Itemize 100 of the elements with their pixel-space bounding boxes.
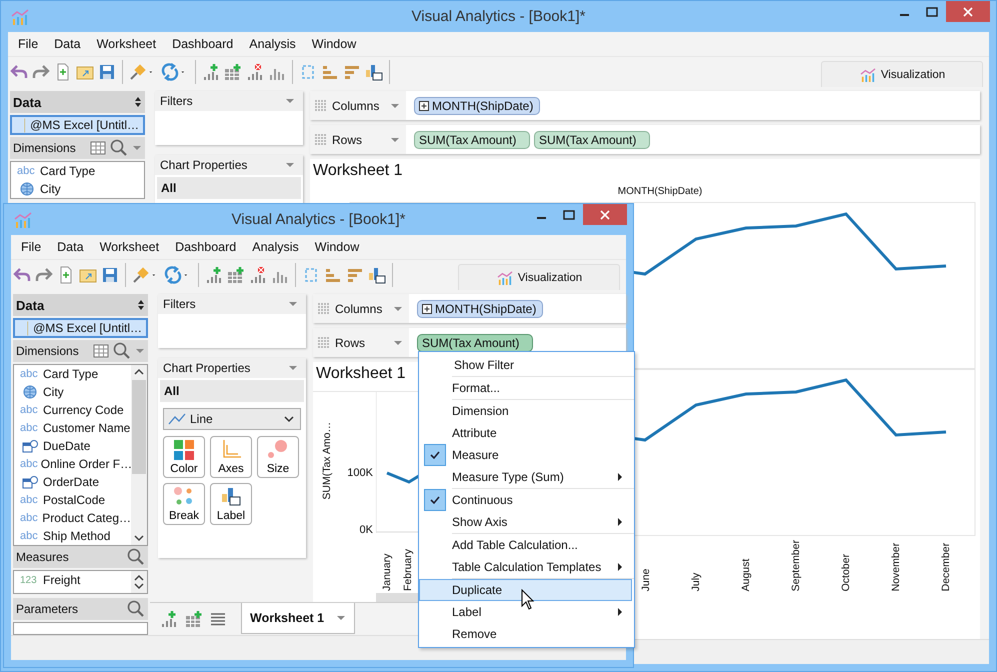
data-source-item[interactable]: @MS Excel [Untitl… bbox=[13, 318, 148, 338]
plug-icon[interactable] bbox=[129, 63, 147, 81]
scroll-down-icon[interactable] bbox=[134, 582, 144, 590]
menu-item[interactable]: Worksheet bbox=[92, 240, 168, 254]
bar-chart-plus-icon[interactable] bbox=[205, 266, 223, 284]
data-source-item[interactable]: @MS Excel [Untitl… bbox=[10, 115, 145, 135]
menu-item[interactable]: Window bbox=[304, 37, 364, 51]
table-icon[interactable] bbox=[90, 141, 106, 155]
menu-item[interactable]: Window bbox=[306, 240, 368, 254]
menu-item[interactable]: Measure bbox=[419, 444, 632, 466]
list-icon[interactable] bbox=[210, 612, 226, 626]
scroll-up-icon[interactable] bbox=[134, 574, 144, 582]
redo-icon[interactable] bbox=[35, 266, 53, 284]
plug-icon[interactable] bbox=[132, 266, 150, 284]
menu-item[interactable]: Data bbox=[49, 240, 92, 254]
field-pill[interactable]: SUM(Tax Amount) bbox=[417, 334, 533, 352]
menu-item[interactable]: Analysis bbox=[241, 37, 304, 51]
field-item[interactable]: abc Currency Code bbox=[14, 401, 131, 419]
menu-item[interactable]: Analysis bbox=[244, 240, 307, 254]
menu-item[interactable]: Add Table Calculation... bbox=[419, 534, 632, 556]
search-icon[interactable] bbox=[127, 600, 145, 618]
menu-item[interactable]: Continuous bbox=[419, 489, 632, 511]
bar-chart-cross-icon[interactable] bbox=[249, 266, 267, 284]
bar-chart-cross-icon[interactable] bbox=[246, 63, 264, 81]
menu-item[interactable]: File bbox=[10, 37, 46, 51]
close-button[interactable] bbox=[583, 204, 627, 225]
caret-icon[interactable] bbox=[288, 364, 298, 372]
caret-icon[interactable] bbox=[132, 144, 142, 152]
undo-icon[interactable] bbox=[13, 266, 31, 284]
field-item[interactable]: abc Ship Method bbox=[14, 527, 131, 545]
lasso-icon[interactable] bbox=[302, 266, 320, 284]
menu-item[interactable]: Dimension bbox=[419, 400, 632, 422]
redo-icon[interactable] bbox=[32, 63, 50, 81]
bar-chart-plus-icon[interactable] bbox=[202, 63, 220, 81]
bars-icon[interactable] bbox=[321, 63, 339, 81]
menu-item[interactable]: Duplicate bbox=[419, 579, 632, 601]
grid-plus-icon[interactable] bbox=[227, 266, 245, 284]
field-item[interactable]: abc Online Order F… bbox=[14, 455, 131, 473]
bars-icon[interactable] bbox=[324, 266, 342, 284]
menu-item[interactable]: File bbox=[13, 240, 50, 254]
visualization-tab[interactable]: Visualization bbox=[821, 61, 983, 87]
scroll-thumb[interactable] bbox=[132, 380, 146, 474]
scroll-down-icon[interactable] bbox=[134, 534, 144, 542]
menu-item[interactable]: Dashboard bbox=[164, 37, 242, 51]
menu-item[interactable]: Show Axis bbox=[419, 511, 632, 533]
menu-item[interactable]: Worksheet bbox=[88, 37, 164, 51]
search-icon[interactable] bbox=[127, 548, 145, 566]
bar-chart-plus-icon[interactable] bbox=[160, 610, 178, 628]
menu-item[interactable]: Attribute bbox=[419, 422, 632, 444]
refresh-icon[interactable] bbox=[164, 266, 182, 284]
save-icon[interactable] bbox=[98, 63, 116, 81]
menu-item[interactable]: Show Filter bbox=[421, 354, 632, 376]
field-pill[interactable]: SUM(Tax Amount) bbox=[534, 130, 650, 148]
grid-plus-icon[interactable] bbox=[224, 63, 242, 81]
undo-icon[interactable] bbox=[10, 63, 28, 81]
field-item[interactable]: OrderDate bbox=[14, 473, 131, 491]
field-item[interactable]: City bbox=[11, 180, 144, 198]
caret-icon[interactable] bbox=[288, 300, 298, 308]
visualization-tab[interactable]: Visualization bbox=[458, 264, 620, 290]
sheet-tab[interactable]: Worksheet 1 bbox=[241, 603, 356, 634]
mark-property-button[interactable]: Size bbox=[257, 436, 299, 478]
table-icon[interactable] bbox=[93, 344, 109, 358]
field-item[interactable]: abc Card Type bbox=[14, 365, 131, 383]
save-icon[interactable] bbox=[101, 266, 119, 284]
expand-icon[interactable] bbox=[422, 304, 432, 314]
caret-icon[interactable] bbox=[390, 102, 400, 110]
field-item[interactable]: DueDate bbox=[14, 437, 131, 455]
caret-icon[interactable] bbox=[135, 347, 145, 355]
label-bars-icon[interactable] bbox=[368, 266, 386, 284]
caret-icon[interactable] bbox=[390, 136, 400, 144]
mark-type-dropdown[interactable]: Line bbox=[163, 408, 301, 430]
search-icon[interactable] bbox=[110, 139, 128, 157]
sort-arrows-icon[interactable] bbox=[137, 299, 145, 311]
field-item[interactable]: abc PostalCode bbox=[14, 491, 131, 509]
field-item[interactable]: City bbox=[14, 383, 131, 401]
field-item[interactable]: abc Customer Name bbox=[14, 419, 131, 437]
mark-property-button[interactable]: Break bbox=[163, 483, 205, 525]
caret-icon[interactable] bbox=[336, 614, 346, 622]
search-icon[interactable] bbox=[113, 342, 131, 360]
scrollbar[interactable] bbox=[131, 365, 147, 545]
label-bars-icon[interactable] bbox=[365, 63, 383, 81]
menu-item[interactable]: Dashboard bbox=[167, 240, 244, 254]
menu-item[interactable]: Remove bbox=[419, 623, 632, 645]
caret-icon[interactable] bbox=[393, 304, 403, 312]
caret-icon[interactable] bbox=[393, 338, 403, 346]
lasso-icon[interactable] bbox=[299, 63, 317, 81]
menu-item[interactable]: Label bbox=[419, 601, 632, 623]
expand-icon[interactable] bbox=[419, 100, 429, 110]
grid-plus-icon[interactable] bbox=[185, 610, 203, 628]
menu-item[interactable]: Data bbox=[46, 37, 89, 51]
scroll-up-icon[interactable] bbox=[134, 368, 144, 376]
close-button[interactable] bbox=[946, 1, 990, 22]
refresh-icon[interactable] bbox=[161, 63, 179, 81]
menu-item[interactable]: Format... bbox=[419, 377, 632, 399]
scrollbar[interactable] bbox=[131, 571, 147, 593]
field-pill[interactable]: MONTH(ShipDate) bbox=[417, 300, 544, 318]
caret-icon[interactable] bbox=[285, 97, 295, 105]
mark-property-button[interactable]: Label bbox=[210, 483, 252, 525]
mark-property-button[interactable]: Color bbox=[163, 436, 205, 478]
menu-item[interactable]: Table Calculation Templates bbox=[419, 556, 632, 578]
